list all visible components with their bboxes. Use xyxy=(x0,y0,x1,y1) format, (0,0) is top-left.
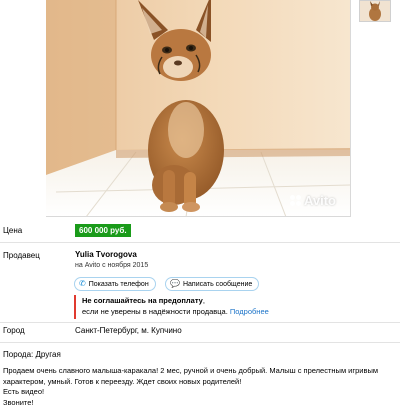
show-phone-button[interactable]: ✆ Показать телефон xyxy=(74,277,156,291)
prepayment-warning: Не соглашайтесь на предоплату, если не у… xyxy=(74,295,306,319)
seller-label: Продавец xyxy=(3,251,40,260)
warning-title: Не соглашайтесь на предоплату xyxy=(82,296,203,305)
divider xyxy=(0,322,400,323)
photo-watermark: Avito xyxy=(289,193,336,208)
divider xyxy=(0,242,400,243)
write-message-label: Написать сообщение xyxy=(182,280,253,288)
warning-title-suffix: , xyxy=(202,296,205,305)
avito-logo-icon xyxy=(289,195,301,206)
write-message-button[interactable]: 💬 Написать сообщение xyxy=(165,277,260,291)
seller-name[interactable]: Yulia Tvorogova xyxy=(75,250,137,259)
divider xyxy=(0,342,400,343)
listing-description: Продаем очень славного малыша-каракала! … xyxy=(3,366,395,408)
description-paragraph: Звоните! xyxy=(3,397,34,407)
listing-main-photo[interactable]: Avito xyxy=(46,0,351,217)
warning-more-link[interactable]: Подробнее xyxy=(230,307,269,316)
city-value: Санкт-Петербург, м. Купчино xyxy=(75,326,182,335)
price-badge: 600 000 руб. xyxy=(75,224,131,237)
description-paragraph: Есть видео! xyxy=(3,387,45,396)
watermark-text: Avito xyxy=(303,193,336,208)
show-phone-label: Показать телефон xyxy=(88,280,149,288)
warning-text-line: если не уверены в надёжности продавца. П… xyxy=(82,306,306,317)
caracal-kitten-photo xyxy=(46,0,350,216)
warning-text: если не уверены в надёжности продавца. xyxy=(82,307,228,316)
seller-since: на Avito с ноября 2015 xyxy=(75,262,149,269)
phone-icon: ✆ xyxy=(79,279,86,288)
chat-icon: 💬 xyxy=(170,279,180,288)
price-label: Цена xyxy=(3,226,23,235)
description-paragraph: Продаем очень славного малыша-каракала! … xyxy=(3,366,378,386)
photo-thumbnail[interactable] xyxy=(359,0,391,22)
warning-title-line: Не соглашайтесь на предоплату, xyxy=(82,295,306,306)
breed-field: Порода: Другая xyxy=(3,350,61,359)
city-label: Город xyxy=(3,326,25,335)
thumbnail-image xyxy=(360,1,390,21)
